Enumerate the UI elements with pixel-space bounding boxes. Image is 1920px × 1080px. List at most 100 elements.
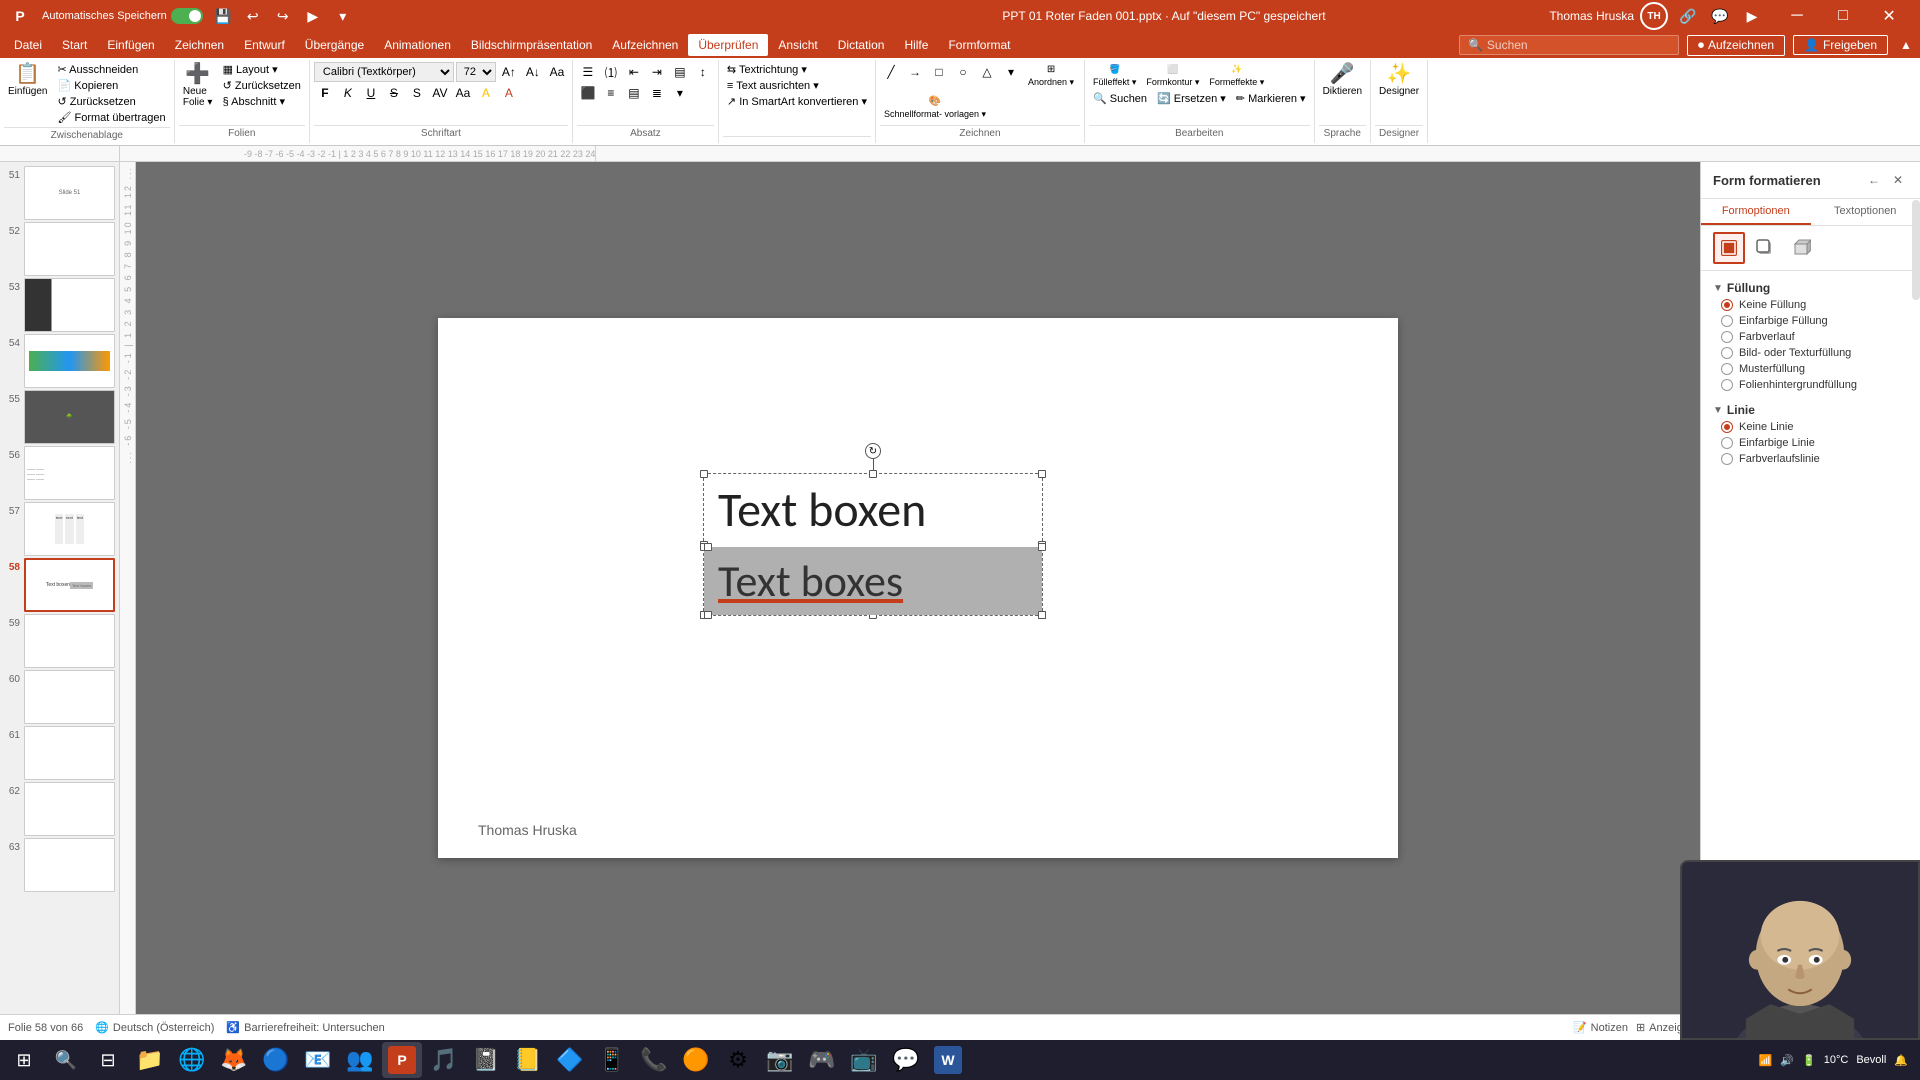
- menu-item-uebergaenge[interactable]: Übergänge: [295, 34, 374, 56]
- font-select[interactable]: Calibri (Textkörper): [314, 62, 454, 82]
- video-btn[interactable]: 📺: [844, 1042, 884, 1078]
- markieren-btn[interactable]: ✏ Markieren ▾: [1232, 91, 1310, 106]
- present-btn[interactable]: ▶: [299, 2, 327, 30]
- slide-thumb-60[interactable]: 60: [4, 670, 115, 724]
- app1-btn[interactable]: 🔷: [550, 1042, 590, 1078]
- schnellformat-btn[interactable]: 🎨 Schnellformat- vorlagen ▾: [880, 94, 990, 122]
- designer-btn[interactable]: ✨ Designer: [1375, 62, 1423, 99]
- copy-btn[interactable]: 📄 Kopieren: [53, 78, 169, 93]
- onenote-btn[interactable]: 📓: [466, 1042, 506, 1078]
- line-spacing-btn[interactable]: ↕: [692, 62, 714, 82]
- slide-thumb-55[interactable]: 55 🌳: [4, 390, 115, 444]
- tab-formoptionen[interactable]: Formoptionen: [1701, 199, 1811, 225]
- textbox-container[interactable]: ↻ Text boxen: [703, 473, 1043, 616]
- app2-btn[interactable]: 🟠: [676, 1042, 716, 1078]
- handle-top-right[interactable]: [1038, 470, 1046, 478]
- rotate-handle[interactable]: ↻: [865, 443, 881, 473]
- rotate-icon[interactable]: ↻: [865, 443, 881, 459]
- menu-item-ansicht[interactable]: Ansicht: [768, 34, 827, 56]
- dropdown-btn[interactable]: ▾: [329, 2, 357, 30]
- inner-handle-br[interactable]: [1038, 611, 1046, 619]
- word-btn[interactable]: W: [928, 1042, 968, 1078]
- handle-top-center[interactable]: [869, 470, 877, 478]
- inner-handle-tc[interactable]: [704, 543, 712, 551]
- language-indicator[interactable]: 🌐 Deutsch (Österreich): [95, 1021, 214, 1034]
- strikethrough-btn[interactable]: S: [383, 83, 405, 103]
- share-icon[interactable]: 🔗: [1674, 2, 1702, 30]
- align-center-btn[interactable]: ≡: [600, 83, 622, 103]
- section-linie-header[interactable]: ▼ Linie: [1713, 401, 1908, 419]
- option-keine-fuellung[interactable]: Keine Füllung: [1713, 297, 1908, 313]
- shape-oval-btn[interactable]: ○: [952, 62, 974, 82]
- menu-item-animationen[interactable]: Animationen: [374, 34, 461, 56]
- phone-btn[interactable]: 📱: [592, 1042, 632, 1078]
- slide-thumb-63[interactable]: 63: [4, 838, 115, 892]
- menu-item-aufzeichnen[interactable]: Aufzeichnen: [602, 34, 688, 56]
- option-einfarbige-fuellung[interactable]: Einfarbige Füllung: [1713, 313, 1908, 329]
- slide-thumb-58[interactable]: 58 Text boxen Text boxes: [4, 558, 115, 612]
- clear-format-btn[interactable]: Aa: [546, 62, 568, 82]
- case-btn[interactable]: Aa: [452, 83, 474, 103]
- 3d-effect-icon-btn[interactable]: [1785, 232, 1817, 264]
- teams-btn[interactable]: 👥: [340, 1042, 380, 1078]
- inner-handle-bc[interactable]: [704, 611, 712, 619]
- wifi-icon[interactable]: 📶: [1759, 1054, 1773, 1067]
- slide-thumb-53[interactable]: 53 text: [4, 278, 115, 332]
- slide-thumb-62[interactable]: 62: [4, 782, 115, 836]
- firefox-btn[interactable]: 🦊: [214, 1042, 254, 1078]
- reset-btn[interactable]: ↺ Zurücksetzen: [53, 94, 169, 109]
- menu-item-entwurf[interactable]: Entwurf: [234, 34, 295, 56]
- slide-thumb-61[interactable]: 61: [4, 726, 115, 780]
- menu-item-ueberpruefen[interactable]: Überprüfen: [688, 34, 768, 56]
- redo-btn[interactable]: ↪: [269, 2, 297, 30]
- media-btn[interactable]: 🎵: [424, 1042, 464, 1078]
- search-taskbar-btn[interactable]: 🔍: [46, 1042, 86, 1078]
- diktieren-btn[interactable]: 🎤 Diktieren: [1319, 62, 1366, 99]
- formkontur-btn[interactable]: ⬜ Formkontur ▾: [1142, 62, 1203, 90]
- option-farbverlauf-linie[interactable]: Farbverlaufslinie: [1713, 451, 1908, 467]
- sound-icon[interactable]: 🔊: [1780, 1054, 1794, 1067]
- format-paint-btn[interactable]: 🖌 Format übertragen: [53, 110, 169, 125]
- slide-thumb-51[interactable]: 51 Slide 51: [4, 166, 115, 220]
- tab-textoptionen[interactable]: Textoptionen: [1811, 199, 1920, 225]
- maximize-btn[interactable]: □: [1820, 0, 1866, 32]
- start-btn[interactable]: ⊞: [4, 1042, 44, 1078]
- game-btn[interactable]: 🎮: [802, 1042, 842, 1078]
- notes-btn[interactable]: 📒: [508, 1042, 548, 1078]
- handle-top-left[interactable]: [700, 470, 708, 478]
- justify-btn[interactable]: ≣: [646, 83, 668, 103]
- shadow-btn[interactable]: S: [406, 83, 428, 103]
- cut-btn[interactable]: ✂ Ausschneiden: [53, 62, 169, 77]
- option-keine-linie[interactable]: Keine Linie: [1713, 419, 1908, 435]
- align-right-btn[interactable]: ▤: [623, 83, 645, 103]
- undo-btn[interactable]: ↩: [239, 2, 267, 30]
- collapse-ribbon-btn[interactable]: ▲: [1896, 35, 1916, 55]
- option-einfarbige-linie[interactable]: Einfarbige Linie: [1713, 435, 1908, 451]
- option-bild-textur[interactable]: Bild- oder Texturfüllung: [1713, 345, 1908, 361]
- panel-close-btn[interactable]: ✕: [1888, 170, 1908, 190]
- section-fuellung-header[interactable]: ▼ Füllung: [1713, 279, 1908, 297]
- menu-item-dictation[interactable]: Dictation: [828, 34, 895, 56]
- align-options-btn[interactable]: ▾: [669, 83, 691, 103]
- textbox-line2[interactable]: Text boxes: [704, 547, 1042, 615]
- menu-item-start[interactable]: Start: [52, 34, 97, 56]
- inner-handle-tr[interactable]: [1038, 543, 1046, 551]
- textrichtung-btn[interactable]: ⇆ Textrichtung ▾: [723, 62, 871, 77]
- char-spacing-btn[interactable]: AV: [429, 83, 451, 103]
- font-color-btn[interactable]: A: [498, 83, 520, 103]
- menu-item-praesentation[interactable]: Bildschirmpräsentation: [461, 34, 602, 56]
- text-ausrichten-btn[interactable]: ≡ Text ausrichten ▾: [723, 78, 871, 93]
- slide-thumb-59[interactable]: 59: [4, 614, 115, 668]
- accessibility-indicator[interactable]: ♿ Barrierefreiheit: Untersuchen: [226, 1021, 384, 1034]
- decrease-font-btn[interactable]: A↓: [522, 62, 544, 82]
- option-folien-hintergrund[interactable]: Folienhintergrundfüllung: [1713, 377, 1908, 393]
- autosave-switch[interactable]: [171, 8, 203, 24]
- present-icon[interactable]: ▶: [1738, 2, 1766, 30]
- comment-icon[interactable]: 💬: [1706, 2, 1734, 30]
- shape-arrow-btn[interactable]: →: [904, 62, 926, 82]
- menu-item-einfuegen[interactable]: Einfügen: [97, 34, 164, 56]
- abschnitt-btn[interactable]: § Abschnitt ▾: [219, 94, 305, 109]
- battery-icon[interactable]: 🔋: [1802, 1054, 1816, 1067]
- option-farbverlauf[interactable]: Farbverlauf: [1713, 329, 1908, 345]
- edge-btn[interactable]: 🌐: [172, 1042, 212, 1078]
